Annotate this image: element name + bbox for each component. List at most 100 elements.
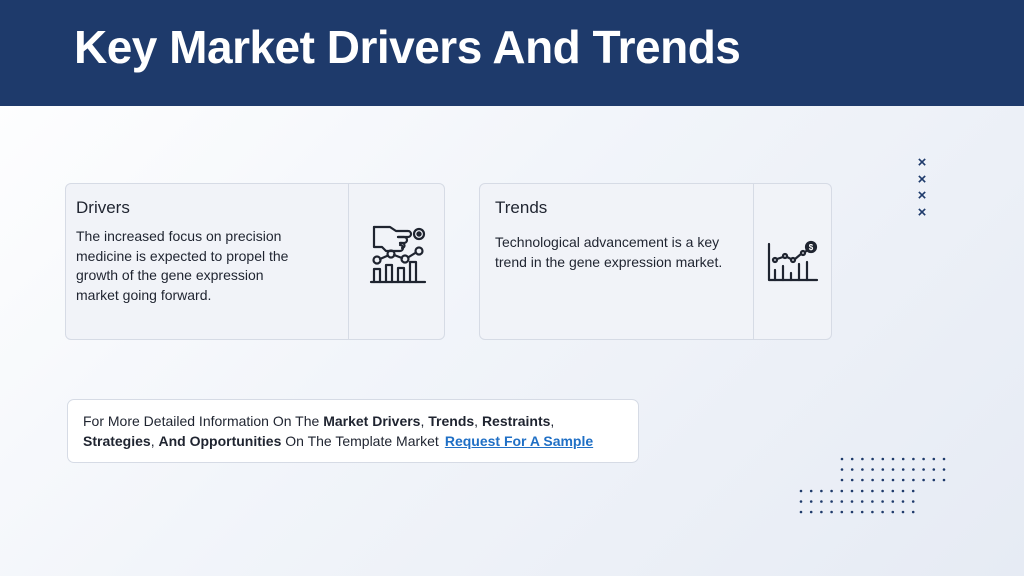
dot — [850, 489, 854, 493]
dot — [809, 510, 813, 514]
x-mark-icon: × — [917, 203, 927, 221]
dot — [820, 489, 823, 493]
dot — [901, 489, 905, 493]
info-opportunities: And Opportunities — [158, 433, 282, 449]
dot — [840, 500, 844, 503]
dot — [861, 457, 864, 461]
dot — [911, 489, 915, 493]
dot-grid-decoration — [799, 489, 915, 514]
drivers-text: The increased focus on precision medicin… — [76, 228, 289, 303]
dot — [891, 510, 895, 514]
dot — [891, 500, 895, 503]
growth-chart-dollar-icon: $ — [765, 240, 821, 289]
dot — [860, 489, 864, 493]
dot — [860, 510, 864, 514]
dot — [850, 457, 854, 461]
dot — [799, 510, 803, 514]
request-sample-link[interactable]: Request For A Sample — [445, 433, 593, 449]
info-box: For More Detailed Information On The Mar… — [67, 399, 639, 463]
dot — [891, 478, 895, 482]
dot — [901, 500, 905, 503]
dot — [871, 510, 874, 514]
dot — [891, 457, 895, 461]
dot — [830, 489, 833, 493]
dot — [850, 468, 854, 471]
dot — [871, 457, 874, 461]
info-separator: , — [550, 413, 555, 429]
dot — [881, 468, 885, 471]
x-marks-decoration: × × × × — [915, 154, 929, 221]
dot — [820, 500, 823, 503]
dot-grid-top — [840, 457, 946, 482]
dot — [830, 500, 833, 503]
title-bar: Key Market Drivers And Trends — [0, 0, 1024, 106]
dot — [901, 468, 905, 471]
dot — [881, 457, 885, 461]
info-strategies: Strategies — [83, 433, 151, 449]
dot — [820, 510, 823, 514]
dot — [830, 510, 833, 514]
dot — [871, 500, 874, 503]
card-divider — [753, 184, 754, 339]
dot — [881, 510, 884, 514]
dot — [809, 500, 813, 503]
info-prefix: For More Detailed Information On The — [83, 413, 324, 429]
x-mark-icon: × — [917, 154, 927, 171]
dot — [840, 489, 844, 493]
dot — [840, 468, 844, 471]
dot — [911, 510, 915, 514]
card-divider — [348, 184, 349, 339]
dot — [912, 457, 915, 461]
dot — [871, 478, 874, 482]
dot — [850, 500, 854, 503]
svg-text:$: $ — [809, 243, 814, 252]
page-title: Key Market Drivers And Trends — [74, 21, 741, 73]
info-market-drivers: Market Drivers — [323, 413, 421, 429]
dot — [911, 500, 915, 503]
dot — [912, 478, 915, 482]
info-suffix: On The Template Market — [281, 433, 439, 449]
dot — [881, 500, 884, 503]
dot — [922, 468, 925, 471]
trends-card: Trends Technological advancement is a ke… — [479, 183, 832, 340]
trends-title: Trends — [495, 198, 548, 217]
dot — [840, 478, 844, 482]
x-mark-icon: × — [917, 170, 927, 188]
dot — [861, 478, 864, 482]
dot — [809, 489, 813, 493]
dot — [881, 489, 884, 493]
dot — [881, 478, 885, 482]
dot — [942, 457, 946, 461]
dot — [942, 468, 946, 471]
dot — [871, 468, 874, 471]
dot — [871, 489, 874, 493]
dot — [850, 478, 854, 482]
dot — [840, 457, 844, 461]
drivers-title: Drivers — [76, 198, 130, 217]
dot — [860, 500, 864, 503]
dot — [901, 478, 905, 482]
info-trends: Trends — [428, 413, 475, 429]
x-mark-icon: × — [917, 187, 927, 204]
dot — [932, 468, 936, 471]
dot — [850, 510, 854, 514]
dot — [922, 457, 925, 461]
dot — [891, 489, 895, 493]
dot-grid-bottom — [799, 489, 915, 514]
dot — [932, 478, 936, 482]
dot — [799, 489, 803, 493]
dot — [861, 468, 864, 471]
dot — [901, 510, 905, 514]
dot — [932, 457, 936, 461]
info-restraints: Restraints — [481, 413, 551, 429]
dot — [942, 478, 946, 482]
hand-chart-icon — [368, 221, 428, 290]
dot — [891, 468, 895, 471]
dot-grid-decoration — [840, 457, 946, 482]
dot — [922, 478, 925, 482]
dot — [912, 468, 915, 471]
dot — [840, 510, 844, 514]
trends-text: Technological advancement is a key trend… — [495, 234, 723, 270]
dot — [901, 457, 905, 461]
info-separator: , — [474, 413, 482, 429]
